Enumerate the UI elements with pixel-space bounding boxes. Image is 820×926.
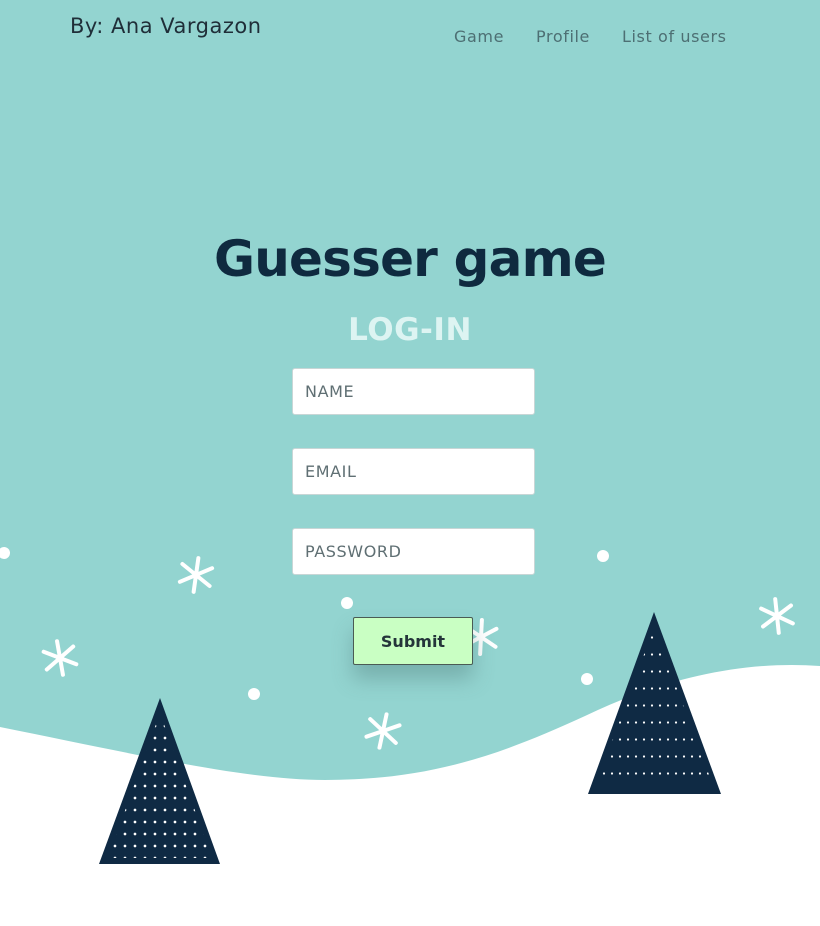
snowball-icon <box>597 550 609 562</box>
name-input[interactable] <box>292 368 535 415</box>
snowball-icon <box>341 597 353 609</box>
main-nav: Game Profile List of users <box>454 27 727 46</box>
snowball-icon <box>581 673 593 685</box>
password-input[interactable] <box>292 528 535 575</box>
login-heading: LOG-IN <box>348 311 472 348</box>
author-credit: By: Ana Vargazon <box>70 14 262 38</box>
nav-link-list-of-users[interactable]: List of users <box>622 27 727 46</box>
email-input[interactable] <box>292 448 535 495</box>
nav-link-game[interactable]: Game <box>454 27 504 46</box>
submit-button[interactable]: Submit <box>353 617 473 665</box>
nav-link-profile[interactable]: Profile <box>536 27 590 46</box>
snowball-icon <box>248 688 260 700</box>
page-title: Guesser game <box>214 229 607 288</box>
